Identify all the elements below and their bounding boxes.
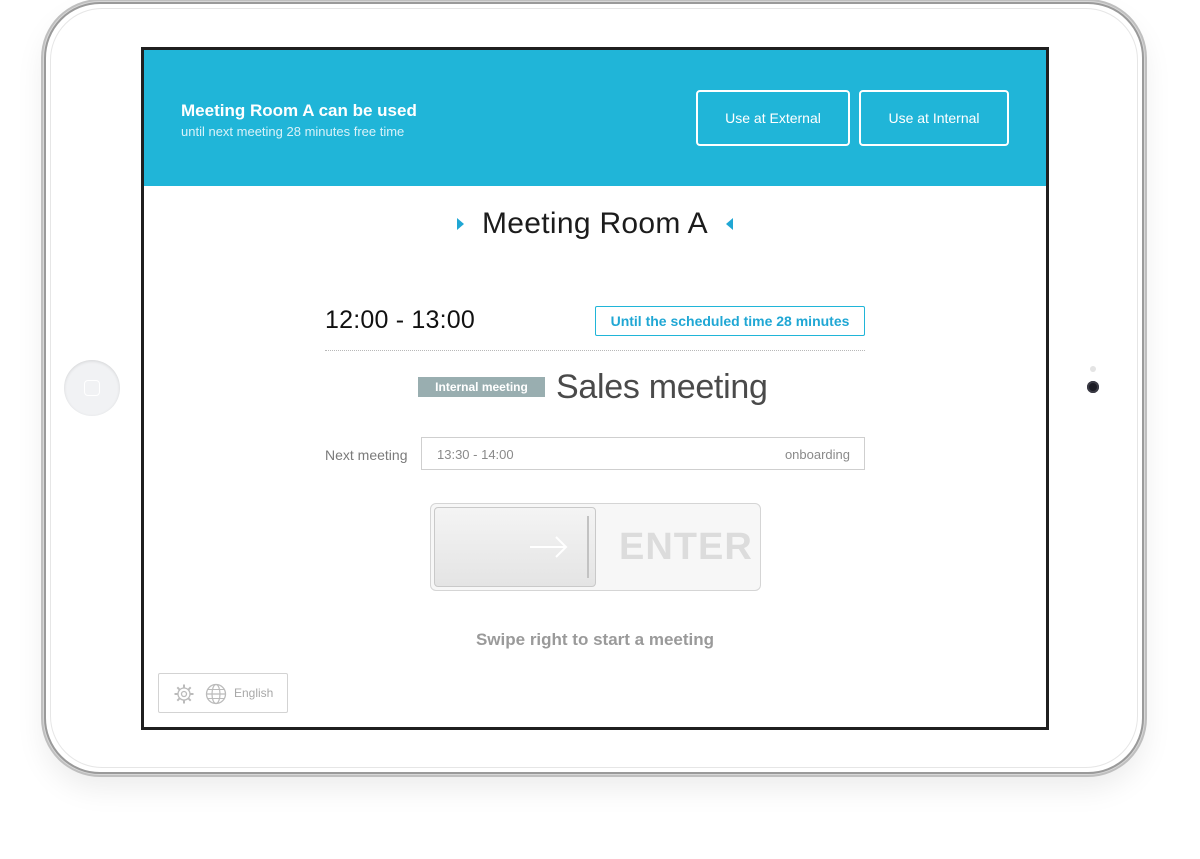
enter-label: ENTER — [619, 526, 753, 568]
home-button[interactable] — [64, 360, 120, 416]
camera-icon — [1087, 381, 1099, 393]
room-title-row: Meeting Room A — [144, 207, 1046, 241]
banner-subtitle: until next meeting 28 minutes free time — [181, 124, 405, 139]
meeting-time: 12:00 - 13:00 — [325, 306, 475, 334]
room-title: Meeting Room A — [482, 207, 708, 240]
banner-title: Meeting Room A can be used — [181, 101, 417, 120]
next-meeting-box: 13:30 - 14:00 onboarding — [421, 437, 865, 470]
settings-bar: English — [158, 673, 288, 713]
slider-handle[interactable] — [434, 507, 596, 587]
gear-icon[interactable] — [173, 683, 195, 705]
light-sensor — [1090, 366, 1096, 372]
meeting-type-badge: Internal meeting — [418, 377, 545, 397]
home-square-icon — [84, 380, 100, 396]
swipe-hint: Swipe right to start a meeting — [475, 630, 715, 649]
arrow-right-icon — [456, 218, 464, 230]
countdown-badge: Until the scheduled time 28 minutes — [595, 306, 865, 336]
next-meeting-label: Next meeting — [325, 447, 408, 463]
use-external-button[interactable]: Use at External — [696, 90, 850, 146]
room-display-app: Meeting Room A can be used until next me… — [144, 50, 1046, 727]
arrow-left-icon — [726, 218, 734, 230]
next-meeting-time: 13:30 - 14:00 — [437, 447, 514, 462]
divider — [325, 350, 865, 351]
next-meeting-title: onboarding — [784, 447, 850, 462]
language-selector[interactable]: English — [234, 686, 273, 700]
meeting-title: Sales meeting — [556, 368, 768, 406]
swipe-to-enter-slider[interactable]: ENTER — [430, 503, 761, 591]
tablet-screen: Meeting Room A can be used until next me… — [141, 47, 1049, 730]
arrow-right-long-icon — [530, 536, 568, 558]
use-internal-button[interactable]: Use at Internal — [859, 90, 1009, 146]
globe-icon[interactable] — [205, 683, 227, 705]
availability-banner: Meeting Room A can be used until next me… — [144, 50, 1046, 186]
slider-grip — [587, 516, 589, 578]
